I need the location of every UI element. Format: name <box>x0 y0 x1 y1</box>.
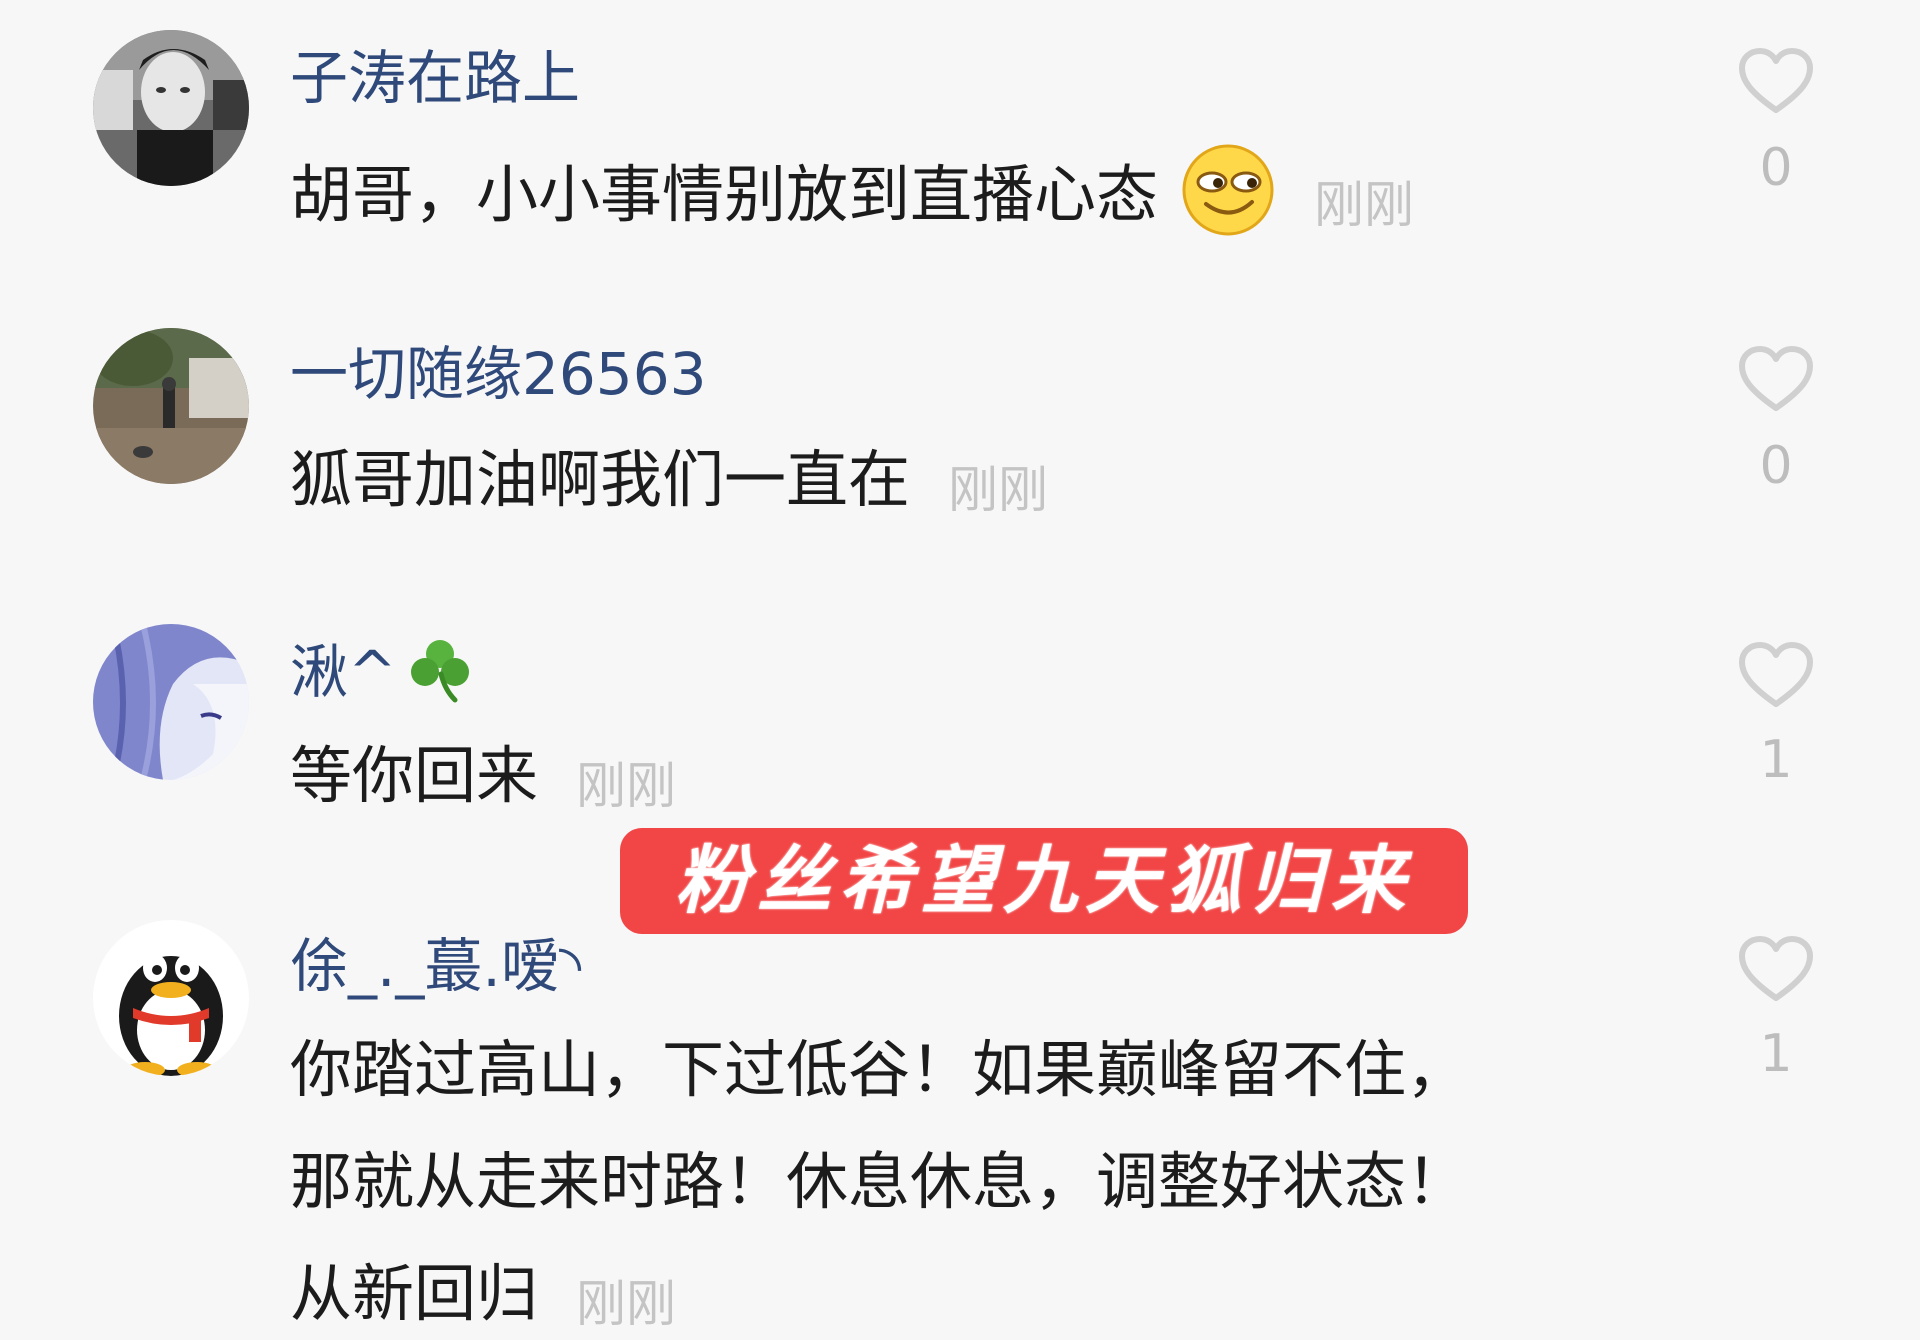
overlay-caption-banner: 粉丝希望九天狐归来 <box>620 828 1468 934</box>
timestamp: 刚刚 <box>576 757 677 815</box>
comment-list: 子涛在路上 胡哥，小小事情别放到直播心态 刚刚 0 一切随缘26563 狐哥加油… <box>0 0 1920 1340</box>
comment-text: 从新回归 刚刚 <box>290 1254 676 1340</box>
smirk-face-emoji-icon <box>1180 142 1276 238</box>
avatar[interactable] <box>93 624 249 780</box>
heart-outline-icon[interactable] <box>1738 346 1814 412</box>
timestamp: 刚刚 <box>1314 176 1415 234</box>
comment-text-line: 等你回来 <box>290 739 539 812</box>
timestamp: 刚刚 <box>948 461 1049 519</box>
avatar[interactable] <box>93 920 249 1076</box>
avatar[interactable] <box>93 328 249 484</box>
comment-text-line: 从新回归 <box>290 1257 539 1330</box>
username-text: 湫^ <box>290 638 397 706</box>
username[interactable]: 俆_._蕞.嗳◝ <box>290 930 581 1002</box>
like-count: 1 <box>1759 1024 1793 1084</box>
username[interactable]: 湫^ <box>290 634 475 708</box>
username[interactable]: 一切随缘26563 <box>290 338 707 410</box>
heart-outline-icon[interactable] <box>1738 936 1814 1002</box>
comment-text-line: 狐哥加油啊我们一直在 <box>290 443 911 516</box>
comment-text: 等你回来 刚刚 <box>290 736 676 826</box>
like-count: 0 <box>1759 138 1793 198</box>
like-count: 0 <box>1759 436 1793 496</box>
username[interactable]: 子涛在路上 <box>290 42 580 114</box>
comment-text: 狐哥加油啊我们一直在 刚刚 <box>290 440 1048 530</box>
comment-text-line: 你踏过高山，下过低谷！如果巅峰留不住， <box>290 1033 1469 1106</box>
heart-outline-icon[interactable] <box>1738 48 1814 114</box>
heart-outline-icon[interactable] <box>1738 642 1814 708</box>
comment-text-line: 那就从走来时路！休息休息，调整好状态！ <box>290 1145 1469 1218</box>
timestamp: 刚刚 <box>576 1275 677 1333</box>
comment-text-line: 胡哥，小小事情别放到直播心态 <box>290 158 1159 231</box>
like-count: 1 <box>1759 730 1793 790</box>
shamrock-emoji-icon <box>405 634 475 704</box>
avatar[interactable] <box>93 30 249 186</box>
comment-text: 胡哥，小小事情别放到直播心态 刚刚 <box>290 142 1414 245</box>
